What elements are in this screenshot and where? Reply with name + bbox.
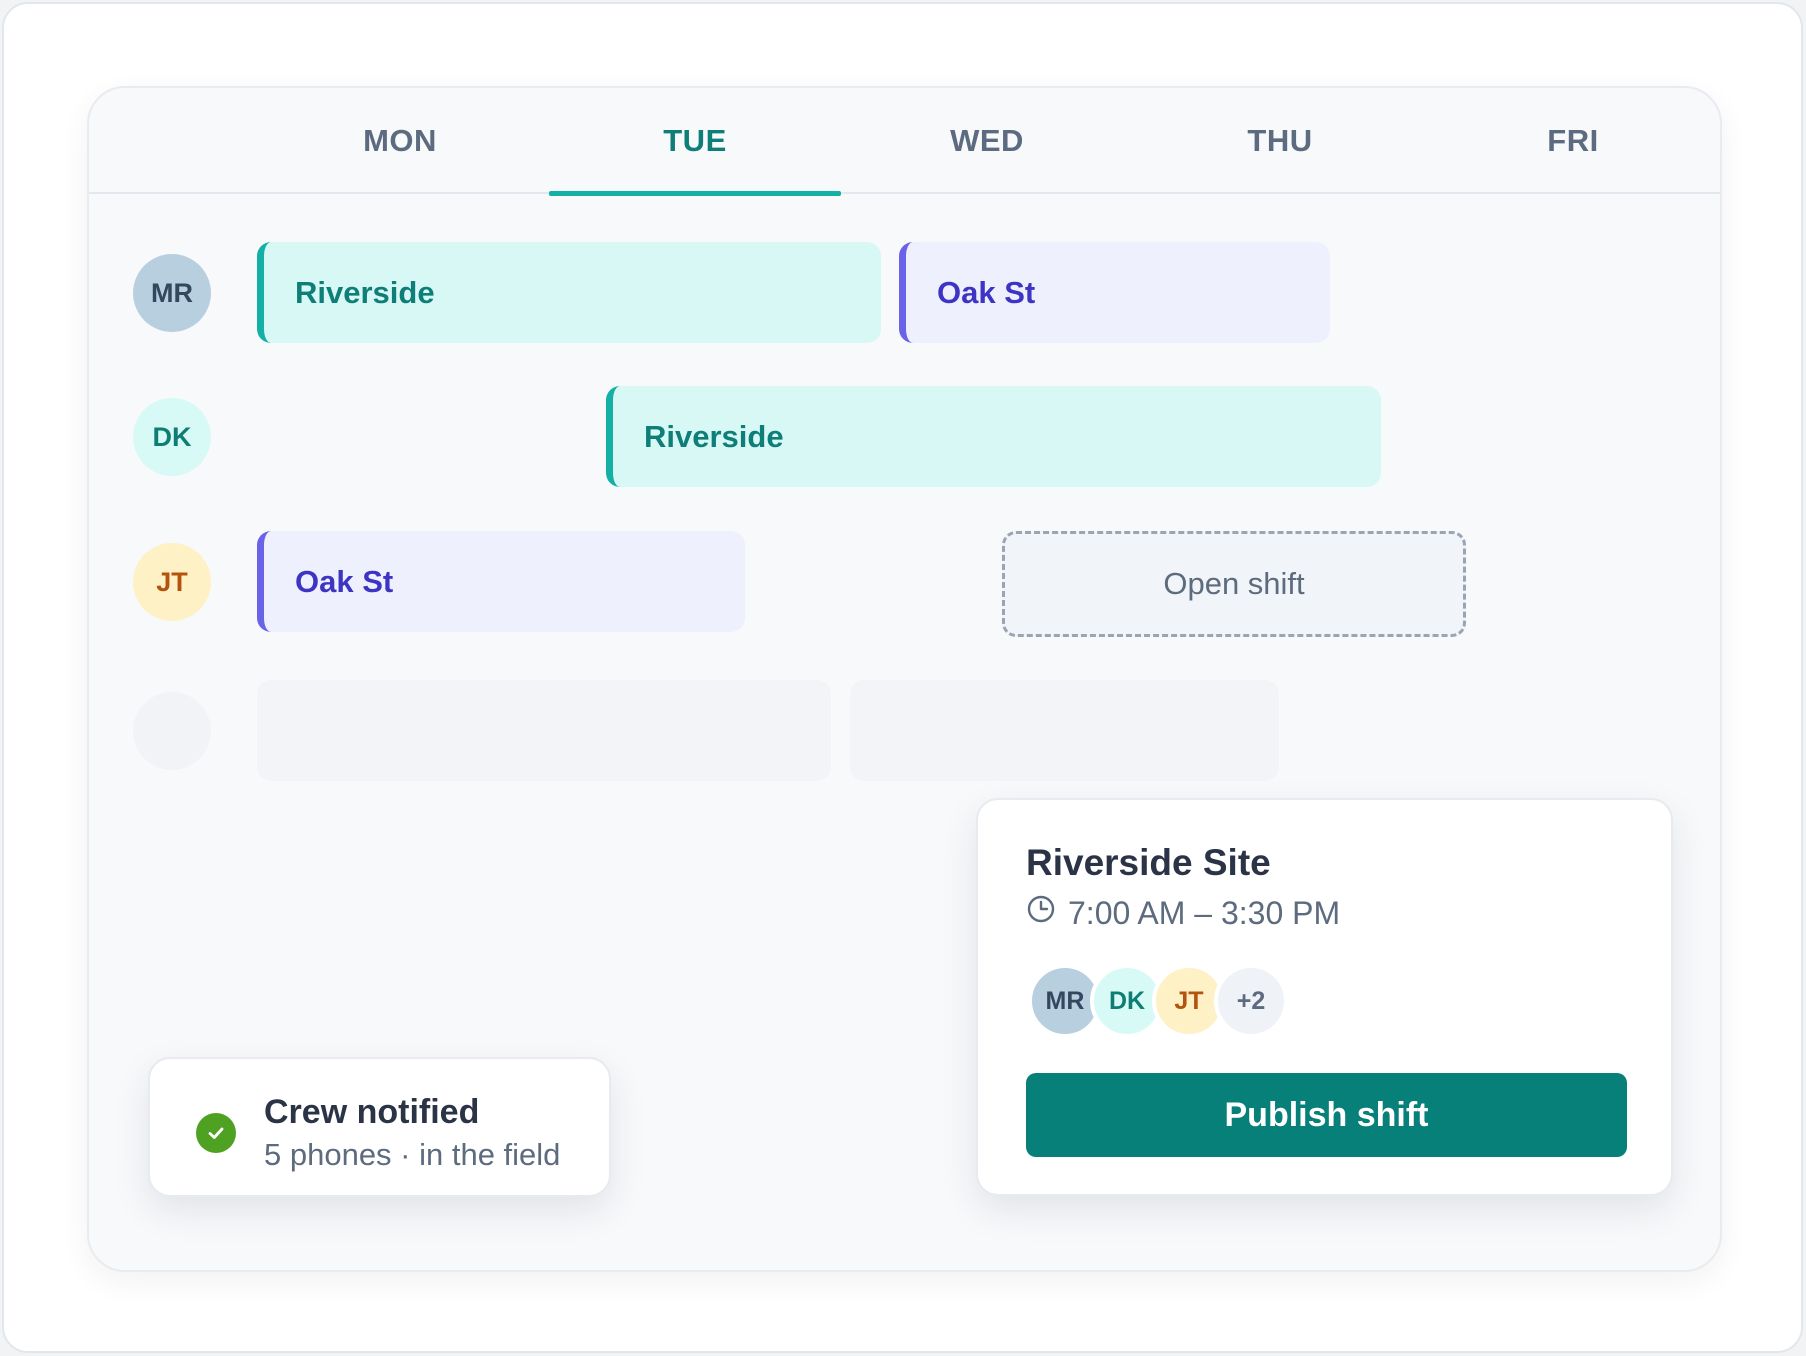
crew-notified-toast: Crew notified 5 phones · in the field <box>148 1057 611 1197</box>
crew-more-badge[interactable]: +2 <box>1214 964 1288 1038</box>
publish-shift-button[interactable]: Publish shift <box>1026 1073 1627 1157</box>
day-tabs: MON TUE WED THU FRI <box>89 88 1720 196</box>
shift-label: Riverside <box>644 418 784 454</box>
shift-label: Oak St <box>937 274 1036 310</box>
tab-mon[interactable]: MON <box>254 88 546 194</box>
avatar-placeholder <box>133 692 211 770</box>
avatar-dk: DK <box>133 398 211 476</box>
detail-title: Riverside Site <box>1026 842 1271 883</box>
shift-detail-card: Riverside Site 7:00 AM – 3:30 PM MR DK J… <box>976 798 1673 1196</box>
app-frame: MON TUE WED THU FRI MR Riverside Oak St … <box>2 2 1803 1353</box>
tab-fri[interactable]: FRI <box>1427 88 1719 194</box>
shift-placeholder <box>257 680 831 781</box>
shift-mr-riverside[interactable]: Riverside <box>257 242 881 343</box>
shift-label: Oak St <box>295 563 394 599</box>
avatar-mr: MR <box>133 254 211 332</box>
shift-label: Riverside <box>295 274 435 310</box>
toast-title: Crew notified <box>264 1093 480 1131</box>
clock-icon <box>1026 894 1056 932</box>
open-shift-label: Open shift <box>1163 566 1305 601</box>
avatar-jt: JT <box>133 543 211 621</box>
shift-jt-oak-st[interactable]: Oak St <box>257 531 745 632</box>
toast-subtitle: 5 phones · in the field <box>264 1137 561 1172</box>
check-circle-icon <box>196 1113 236 1153</box>
tab-thu[interactable]: THU <box>1134 88 1426 194</box>
tab-tue[interactable]: TUE <box>549 88 841 196</box>
schedule-panel: MON TUE WED THU FRI MR Riverside Oak St … <box>87 86 1722 1272</box>
shift-mr-oak-st[interactable]: Oak St <box>899 242 1330 343</box>
shift-placeholder <box>850 680 1279 781</box>
shift-dk-riverside[interactable]: Riverside <box>606 386 1381 487</box>
detail-time-row: 7:00 AM – 3:30 PM <box>1026 894 1340 932</box>
detail-time: 7:00 AM – 3:30 PM <box>1068 894 1341 931</box>
tab-wed[interactable]: WED <box>841 88 1133 194</box>
open-shift-slot[interactable]: Open shift <box>1002 531 1466 637</box>
